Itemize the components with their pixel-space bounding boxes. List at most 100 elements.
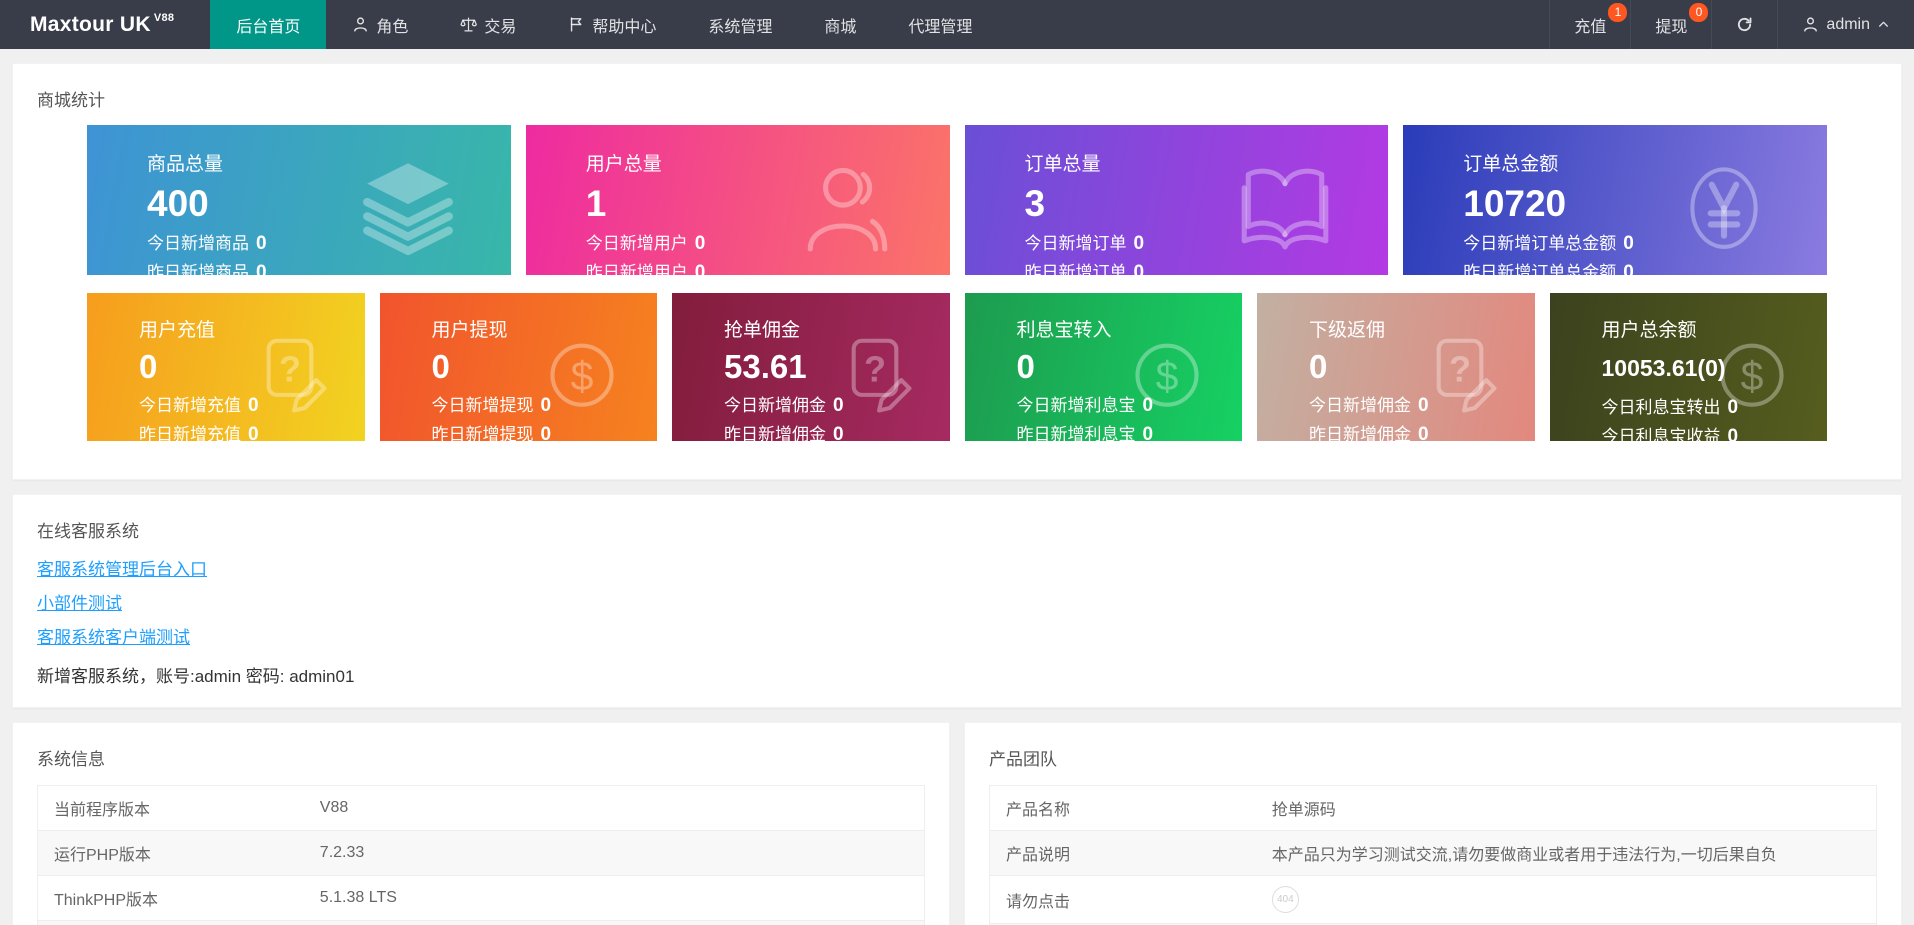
withdraw-button[interactable]: 提现 0 (1630, 0, 1711, 49)
user-icon (352, 16, 369, 33)
row-value: 本产品只为学习测试交流,请勿要做商业或者用于违法行为,一切后果自负 (1256, 831, 1876, 875)
table-row: 产品名称 抢单源码 (990, 786, 1876, 831)
svg-text:$: $ (571, 353, 594, 399)
section-title-system-info: 系统信息 (37, 745, 925, 770)
nav-label: 后台首页 (236, 13, 300, 37)
broken-image-icon: 404 (1272, 886, 1299, 913)
stat-line-value: 0 (256, 233, 267, 254)
stat-line-label: 昨日新增商品 (147, 263, 249, 275)
mall-stats-panel: 商城统计 商品总量 400 今日新增商品0 昨日新增商品0 用户总量 1 (12, 63, 1902, 480)
refresh-button[interactable] (1711, 0, 1777, 49)
nav-label: 交易 (484, 13, 516, 37)
nav-item-system-admin[interactable]: 系统管理 (682, 0, 798, 49)
nav-label: 商城 (824, 13, 856, 37)
stat-line-label: 今日新增佣金 (1309, 396, 1411, 415)
table-row: 请勿点击 404 (990, 876, 1876, 924)
nav-item-help-center[interactable]: 帮助中心 (542, 0, 682, 49)
row-value: 7.2.33 (304, 834, 924, 872)
top-navbar: Maxtour UK V88 后台首页 角色 交易 帮助中心 系统管理 (0, 0, 1914, 49)
dollar-circle-icon: $ (1126, 333, 1208, 415)
stat-line-label: 昨日新增佣金 (724, 425, 826, 441)
row-label: 当前程序版本 (38, 786, 304, 830)
page-body: 商城统计 商品总量 400 今日新增商品0 昨日新增商品0 用户总量 1 (0, 49, 1914, 925)
svg-text:$: $ (1741, 353, 1764, 399)
stat-line-label: 今日利息宝收益 (1602, 427, 1721, 441)
recharge-badge: 1 (1608, 3, 1627, 22)
nav-item-agent-admin[interactable]: 代理管理 (882, 0, 998, 49)
stat-line-label: 今日新增提现 (432, 396, 534, 415)
stat-line-value: 0 (695, 233, 706, 254)
row-label: 运行PHP版本 (38, 831, 304, 875)
withdraw-label: 提现 (1655, 13, 1687, 37)
stat-line-label: 昨日新增订单 (1025, 263, 1127, 275)
user-menu[interactable]: admin (1777, 0, 1914, 49)
stat-yesterday-line: 昨日新增佣金0 (1309, 420, 1535, 441)
nav-label: 代理管理 (908, 13, 972, 37)
nav-item-mall[interactable]: 商城 (798, 0, 882, 49)
stat-cards-row-2: 用户充值 0 今日新增充值0 昨日新增充值0 ? 用户提现 0 今日新增提现0 … (87, 293, 1827, 441)
stat-card-total-balance: 用户总余额 10053.61(0) 今日利息宝转出0 今日利息宝收益0 $ (1550, 293, 1828, 441)
stat-line-label: 今日新增佣金 (724, 396, 826, 415)
bottom-panels: 系统信息 当前程序版本 V88 运行PHP版本 7.2.33 ThinkPHP版… (12, 722, 1902, 925)
stat-line-label: 今日新增利息宝 (1017, 396, 1136, 415)
stat-line-label: 昨日新增用户 (586, 263, 688, 275)
row-label: 请勿点击 (990, 878, 1256, 922)
system-info-table: 当前程序版本 V88 运行PHP版本 7.2.33 ThinkPHP版本 5.1… (37, 785, 925, 925)
stat-cards-area: 商品总量 400 今日新增商品0 昨日新增商品0 用户总量 1 今日新增用户0 … (37, 111, 1877, 441)
section-title-product-team: 产品团队 (989, 745, 1877, 770)
service-account-note: 新增客服系统，账号:admin 密码: admin01 (37, 662, 1877, 687)
nav-item-roles[interactable]: 角色 (326, 0, 434, 49)
stat-line-label: 昨日新增佣金 (1309, 425, 1411, 441)
stat-yesterday-line: 昨日新增佣金 0 (724, 420, 950, 441)
stat-yesterday-line: 昨日新增用户0 (586, 258, 950, 275)
stat-line-label: 昨日新增利息宝 (1017, 425, 1136, 441)
username: admin (1826, 16, 1870, 34)
table-row: ThinkPHP版本 5.1.38 LTS (38, 876, 924, 921)
chevron-up-icon (1877, 18, 1890, 31)
stat-line-label: 今日新增订单 (1025, 234, 1127, 253)
stat-line-value: 0 (1728, 426, 1739, 441)
user-icon (1802, 16, 1819, 33)
service-client-test-link[interactable]: 客服系统客户端测试 (37, 623, 190, 648)
stat-card-sub-rebate: 下级返佣 0 今日新增佣金0 昨日新增佣金0 ? (1257, 293, 1535, 441)
stat-card-interest-in: 利息宝转入 0 今日新增利息宝0 昨日新增利息宝0 $ (965, 293, 1243, 441)
stat-line-value: 0 (1143, 424, 1154, 441)
row-value: V88 (304, 789, 924, 827)
product-team-panel: 产品团队 产品名称 抢单源码 产品说明 本产品只为学习测试交流,请勿要做商业或者… (964, 722, 1902, 925)
widget-test-link[interactable]: 小部件测试 (37, 589, 122, 614)
brand-version: V88 (154, 12, 174, 24)
stat-card-grab-commission: 抢单佣金 53.61 今日新增佣金0 昨日新增佣金0 ? (672, 293, 950, 441)
row-value: 抢单源码 (1256, 786, 1876, 830)
stat-line-label: 今日新增充值 (139, 396, 241, 415)
nav-label: 系统管理 (708, 13, 772, 37)
svg-text:?: ? (1448, 349, 1470, 390)
nav-item-transactions[interactable]: 交易 (434, 0, 542, 49)
stat-card-products: 商品总量 400 今日新增商品0 昨日新增商品0 (87, 125, 511, 275)
stat-line-label: 今日利息宝转出 (1602, 398, 1721, 417)
nav-item-dashboard[interactable]: 后台首页 (210, 0, 326, 49)
stat-card-orders: 订单总量 3 今日新增订单0 昨日新增订单0 (965, 125, 1389, 275)
table-row: MySQL数据库版本 5.6.50-log (38, 921, 924, 925)
service-admin-link[interactable]: 客服系统管理后台入口 (37, 555, 207, 580)
stat-line-value: 0 (833, 424, 844, 441)
main-menu: 后台首页 角色 交易 帮助中心 系统管理 商城 代理管理 (210, 0, 998, 49)
brand-logo[interactable]: Maxtour UK V88 (0, 0, 210, 49)
nav-label: 角色 (376, 13, 408, 37)
scales-icon (460, 16, 477, 33)
service-links: 客服系统管理后台入口 小部件测试 客服系统客户端测试 (37, 555, 1877, 648)
table-row: 当前程序版本 V88 (38, 786, 924, 831)
row-label: 产品说明 (990, 831, 1256, 875)
stat-line-label: 昨日新增订单总金额 (1463, 263, 1616, 275)
stat-line-value: 0 (256, 262, 267, 275)
question-edit-icon: ? (1419, 333, 1501, 415)
brand-name: Maxtour UK (30, 13, 151, 37)
row-label: MySQL数据库版本 (38, 921, 304, 925)
stat-line-label: 今日新增订单总金额 (1463, 234, 1616, 253)
user-icon (796, 157, 898, 259)
stat-card-user-withdraw: 用户提现 0 今日新增提现0 昨日新增提现0 $ (380, 293, 658, 441)
svg-text:?: ? (863, 349, 885, 390)
recharge-button[interactable]: 充值 1 (1549, 0, 1630, 49)
row-value: 404 (1256, 876, 1876, 923)
row-value: 5.1.38 LTS (304, 879, 924, 917)
stat-card-users: 用户总量 1 今日新增用户0 昨日新增用户0 (526, 125, 950, 275)
